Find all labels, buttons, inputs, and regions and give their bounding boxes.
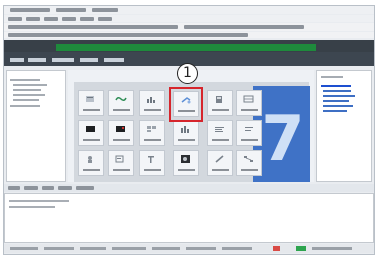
menu-item[interactable]: [98, 17, 112, 21]
nav-tab[interactable]: [104, 58, 124, 62]
status-indicator-green: [296, 246, 306, 251]
status-item: [152, 247, 180, 250]
document-icon[interactable]: [78, 90, 104, 116]
toolbar-buttons[interactable]: [8, 33, 248, 37]
diagram-icon[interactable]: [236, 150, 262, 176]
panel-link[interactable]: [323, 100, 349, 102]
title-text-placeholder: [92, 8, 118, 12]
nav-tab[interactable]: [52, 58, 74, 62]
version-number: 7: [261, 102, 305, 175]
menu-item[interactable]: [80, 17, 94, 21]
status-item: [186, 247, 216, 250]
output-tab[interactable]: [76, 186, 94, 190]
table-icon[interactable]: [236, 90, 262, 116]
callout-marker: 1: [177, 63, 198, 84]
panel-link[interactable]: [323, 105, 353, 107]
selected-tile-highlight: [169, 87, 203, 122]
green-wave-icon[interactable]: [108, 90, 134, 116]
form-icon[interactable]: [108, 150, 134, 176]
nav-tab[interactable]: [80, 58, 98, 62]
tree-item[interactable]: [13, 84, 47, 86]
bars-icon[interactable]: [207, 120, 233, 146]
panel-link-selected[interactable]: [321, 85, 351, 87]
menu-item[interactable]: [44, 17, 58, 21]
menu-bar: [4, 15, 374, 22]
tree-item[interactable]: [13, 99, 39, 101]
status-indicator-red: [273, 246, 280, 251]
person-icon[interactable]: [78, 150, 104, 176]
lines-icon[interactable]: [236, 120, 262, 146]
output-line: [9, 200, 69, 202]
status-item: [44, 247, 74, 250]
panel-heading: [321, 76, 343, 78]
output-tab[interactable]: [42, 186, 54, 190]
menu-item[interactable]: [26, 17, 40, 21]
grid-icon[interactable]: [139, 120, 165, 146]
green-title-strip: [56, 44, 316, 51]
output-panel-header: [4, 184, 374, 192]
text-icon[interactable]: [139, 150, 165, 176]
panel-link[interactable]: [323, 90, 351, 92]
output-tab[interactable]: [8, 186, 20, 190]
tree-item[interactable]: [13, 94, 45, 96]
status-item: [80, 247, 106, 250]
formatting-toolbar: [4, 32, 374, 38]
tree-item[interactable]: [10, 105, 40, 107]
project-tree-panel: [6, 70, 66, 182]
menu-item[interactable]: [62, 17, 76, 21]
dark-photo-icon[interactable]: [173, 150, 199, 176]
toolbar-buttons[interactable]: [184, 25, 304, 29]
panel-link[interactable]: [323, 110, 347, 112]
status-item: [112, 247, 146, 250]
nav-tab[interactable]: [28, 58, 46, 62]
menu-item[interactable]: [8, 17, 22, 21]
tree-item[interactable]: [13, 89, 41, 91]
chart-bars-icon[interactable]: [173, 120, 199, 146]
properties-panel: [316, 70, 372, 182]
chart-icon[interactable]: [139, 90, 165, 116]
title-text-placeholder: [10, 8, 50, 12]
nav-tab[interactable]: [10, 58, 24, 62]
panel-link[interactable]: [323, 95, 355, 97]
clipboard-icon[interactable]: [207, 90, 233, 116]
output-tab[interactable]: [58, 186, 72, 190]
output-panel: [4, 193, 374, 243]
title-text-placeholder: [56, 8, 86, 12]
standard-toolbar: [4, 23, 374, 31]
title-bar: [4, 6, 374, 14]
status-item: [10, 247, 38, 250]
tree-item[interactable]: [10, 79, 40, 81]
toolbar-buttons[interactable]: [8, 25, 178, 29]
red-black-box-icon[interactable]: [108, 120, 134, 146]
status-item: [312, 247, 352, 250]
black-box-icon[interactable]: [78, 120, 104, 146]
output-tab[interactable]: [24, 186, 38, 190]
output-line: [9, 206, 55, 208]
status-item: [222, 247, 252, 250]
pen-icon[interactable]: [207, 150, 233, 176]
